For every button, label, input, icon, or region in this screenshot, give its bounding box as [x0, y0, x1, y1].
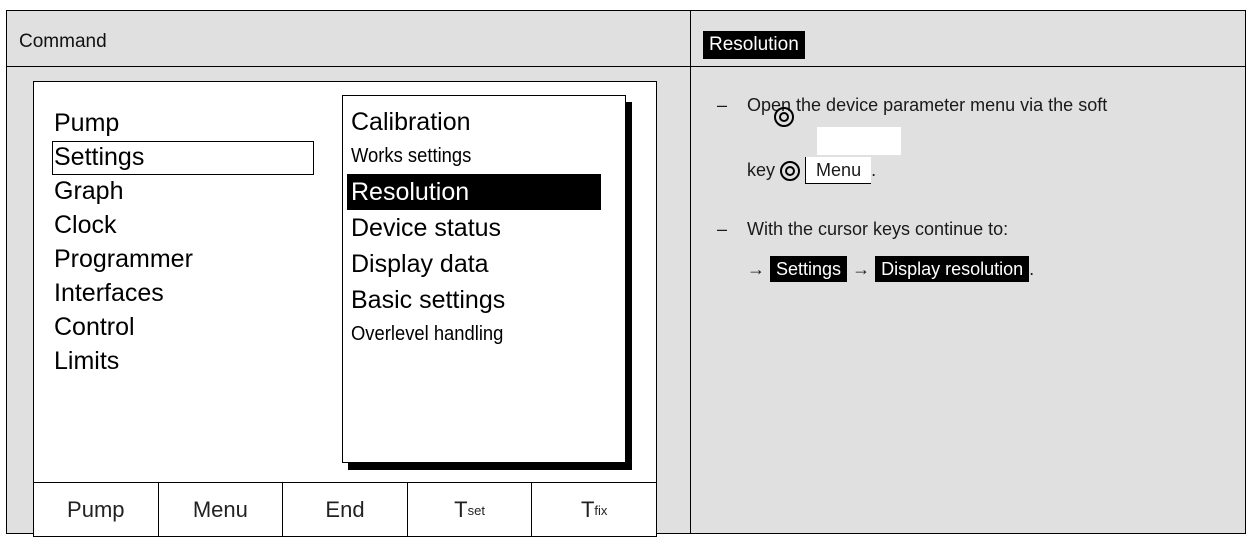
step-1-text: Open the device parameter menu via the s… — [747, 95, 1108, 115]
step-2-text: With the cursor keys continue to: — [747, 219, 1009, 239]
blank-key-box — [817, 127, 901, 155]
main-menu-item-pump[interactable]: Pump — [54, 109, 119, 138]
main-menu-item-graph[interactable]: Graph — [54, 177, 123, 206]
rotary-knob-icon — [774, 107, 794, 127]
softkey-tfix[interactable]: Tfix — [532, 483, 656, 537]
softkey-tset[interactable]: Tset — [408, 483, 533, 537]
submenu-item-calibration[interactable]: Calibration — [351, 108, 471, 137]
submenu-item-resolution[interactable]: Resolution — [351, 178, 469, 207]
softkey-pump[interactable]: Pump — [34, 483, 159, 537]
main-menu-item-clock[interactable]: Clock — [54, 211, 117, 240]
instruction-frame: Command Resolution Pump Settings Graph C… — [6, 10, 1246, 537]
main-menu-item-control[interactable]: Control — [54, 313, 135, 342]
submenu-item-device-status[interactable]: Device status — [351, 214, 501, 243]
softkey-end[interactable]: End — [283, 483, 408, 537]
softkey-bar: Pump Menu End Tset Tfix — [34, 482, 656, 537]
path-display-resolution: Display resolution — [875, 256, 1030, 282]
main-menu-item-settings[interactable]: Settings — [54, 143, 144, 172]
path-settings: Settings — [770, 256, 848, 282]
arrow-icon: → — [747, 259, 765, 279]
step-1-key-line: key Menu. — [747, 157, 876, 184]
submenu-item-basic-settings[interactable]: Basic settings — [351, 286, 505, 315]
softkey-menu[interactable]: Menu — [159, 483, 284, 537]
rotary-knob-icon — [780, 161, 801, 182]
submenu-item-display-data[interactable]: Display data — [351, 250, 489, 279]
arrow-icon: → — [852, 259, 871, 279]
settings-submenu: Calibration Works settings Resolution De… — [342, 95, 626, 463]
submenu-item-overlevel-handling[interactable]: Overlevel handling — [351, 320, 503, 349]
device-display: Pump Settings Graph Clock Programmer Int… — [33, 81, 657, 537]
menu-key[interactable]: Menu — [805, 157, 872, 184]
main-menu-item-limits[interactable]: Limits — [54, 347, 119, 376]
submenu-item-works-settings[interactable]: Works settings — [351, 142, 471, 171]
resolution-header: Resolution — [703, 31, 805, 59]
main-menu-item-interfaces[interactable]: Interfaces — [54, 279, 164, 308]
header-divider — [7, 66, 1245, 67]
main-menu-item-programmer[interactable]: Programmer — [54, 245, 193, 274]
column-divider — [690, 11, 691, 533]
bullet-2: – — [717, 219, 728, 239]
bullet-1: – — [717, 95, 728, 115]
command-header: Command — [19, 31, 107, 52]
navigation-path: → Settings → Display resolution. — [747, 256, 1034, 282]
